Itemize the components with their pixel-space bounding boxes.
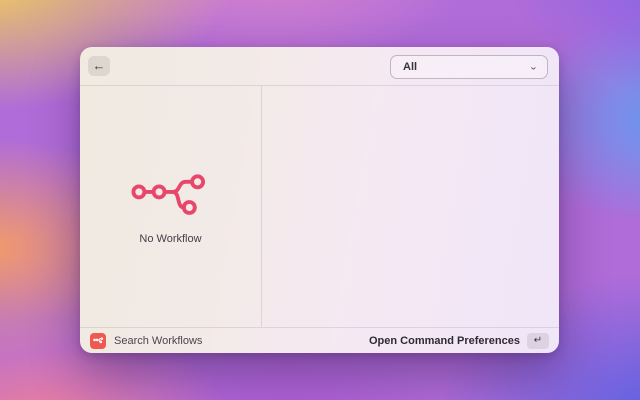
- chevron-down-icon: ⌄: [528, 62, 538, 72]
- filter-dropdown[interactable]: All ⌄: [390, 55, 548, 79]
- back-arrow-icon: ←: [92, 58, 106, 73]
- window-footer: Search Workflows Open Command Preference…: [80, 327, 559, 353]
- workflow-mini-icon: [92, 337, 103, 344]
- workflow-icon: [130, 173, 205, 215]
- filter-dropdown-value: All: [403, 61, 418, 73]
- command-name-label: Search Workflows: [114, 334, 203, 347]
- workflow-app-icon: [90, 332, 106, 349]
- primary-action-label: Open Command Preferences: [369, 334, 520, 347]
- open-command-preferences-button[interactable]: Open Command Preferences ↵: [369, 332, 549, 349]
- empty-state-label: No Workflow: [139, 232, 202, 245]
- desktop-background: ← All ⌄ No Workflow Search Workflows Ope…: [0, 0, 640, 400]
- command-palette-window: ← All ⌄ No Workflow Search Workflows Ope…: [80, 47, 559, 353]
- return-key-icon: ↵: [527, 332, 549, 349]
- workflow-list-panel: No Workflow: [80, 86, 262, 327]
- window-header: ← All ⌄: [80, 47, 559, 86]
- window-content: No Workflow: [80, 86, 559, 327]
- back-button[interactable]: ←: [88, 56, 110, 76]
- detail-panel: [262, 86, 559, 327]
